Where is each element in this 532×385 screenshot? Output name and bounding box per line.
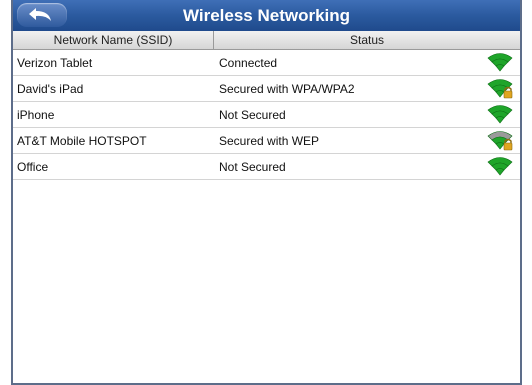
network-row[interactable]: David's iPad Secured with WPA/WPA2 <box>13 76 520 102</box>
page-title: Wireless Networking <box>182 6 351 25</box>
network-ssid: David's iPad <box>17 81 84 96</box>
wifi-icon <box>487 53 513 72</box>
wireless-networking-window: Wireless Networking Network Name (SSID) … <box>11 0 522 385</box>
network-row[interactable]: Office Not Secured <box>13 154 520 180</box>
network-status: Not Secured <box>219 159 286 174</box>
back-arrow-icon <box>29 8 51 21</box>
network-ssid: AT&T Mobile HOTSPOT <box>17 133 147 148</box>
title-bar: Wireless Networking <box>13 0 520 32</box>
column-header-ssid[interactable]: Network Name (SSID) <box>13 31 214 49</box>
network-ssid: iPhone <box>17 107 55 122</box>
wifi-icon <box>487 105 513 124</box>
wifi-locked-icon <box>487 79 513 99</box>
network-ssid: Verizon Tablet <box>17 55 93 70</box>
lock-icon <box>503 138 513 151</box>
network-row[interactable]: iPhone Not Secured <box>13 102 520 128</box>
back-button[interactable] <box>17 3 67 27</box>
column-header-status[interactable]: Status <box>214 31 520 49</box>
network-status: Not Secured <box>219 107 286 122</box>
lock-icon <box>503 86 513 99</box>
network-row[interactable]: Verizon Tablet Connected <box>13 50 520 76</box>
network-row[interactable]: AT&T Mobile HOTSPOT Secured with WEP <box>13 128 520 154</box>
network-status: Secured with WPA/WPA2 <box>219 81 355 96</box>
network-list: Verizon Tablet Connected David's iPad Secur… <box>13 50 520 180</box>
network-ssid: Office <box>17 159 49 174</box>
network-status: Connected <box>219 55 278 70</box>
wifi-weak-locked-icon <box>487 131 513 151</box>
network-status: Secured with WEP <box>219 133 320 148</box>
table-header: Network Name (SSID) Status <box>13 31 520 50</box>
wifi-icon <box>487 157 513 176</box>
